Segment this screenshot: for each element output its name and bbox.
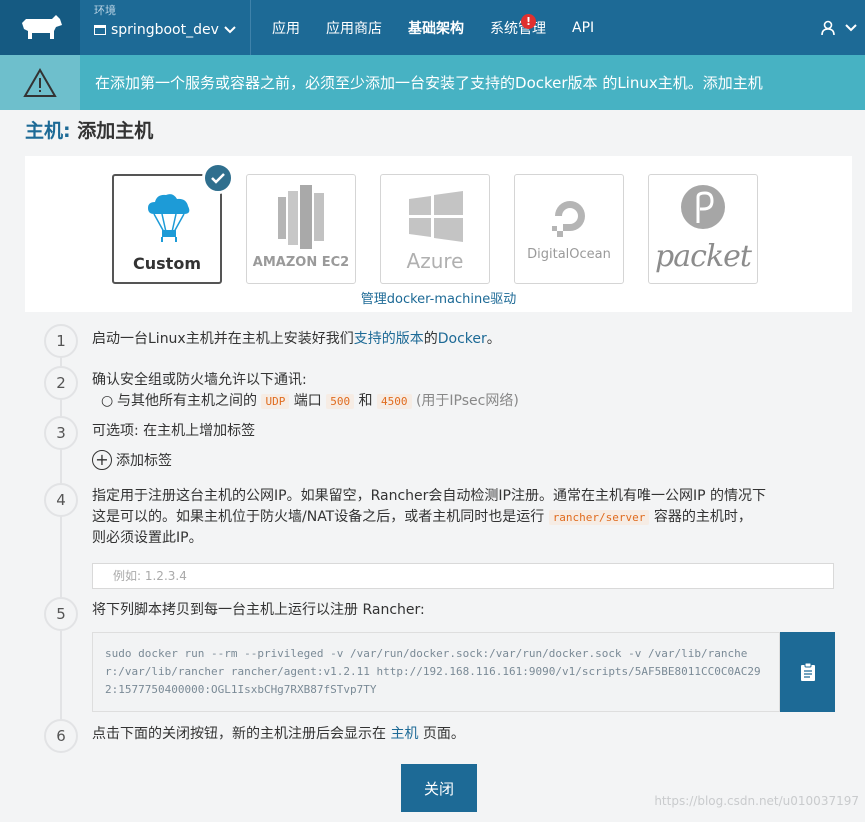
environment-selector[interactable]: 环境 springboot_dev: [80, 0, 242, 55]
ipsec-note: (用于IPsec网络): [411, 393, 519, 409]
warning-banner: 在添加第一个服务或容器之前，必须至少添加一台安装了支持的Docker版本 的Li…: [0, 55, 865, 110]
step-number-6: 6: [44, 719, 78, 753]
nav-infrastructure[interactable]: 基础架构: [395, 0, 477, 55]
step-4-line-2-after: 容器的主机时，: [649, 509, 752, 525]
warning-text-before: 在添加第一个服务或容器之前，必须至少添加一台安装了: [95, 74, 471, 92]
docker-link[interactable]: Docker: [438, 331, 487, 347]
step-4-line-2: 这是可以的。如果主机位于防火墙/NAT设备之后，或者主机同时也是运行 ranch…: [92, 507, 842, 528]
step-4-line-3: 则必须设置此IP。: [92, 530, 203, 546]
provider-custom-label: Custom: [133, 254, 201, 273]
copy-button[interactable]: [780, 632, 835, 712]
step-1-text-after: 。: [486, 331, 501, 347]
rancher-server-tag: rancher/server: [548, 510, 650, 525]
step-5-title: 将下列脚本拷贝到每一台主机上运行以注册 Rancher:: [92, 602, 425, 618]
step-6-text-before: 点击下面的关闭按钮，新的主机注册后会显示在: [92, 726, 391, 742]
warning-text: 在添加第一个服务或容器之前，必须至少添加一台安装了支持的Docker版本 的Li…: [80, 72, 763, 93]
bullet-circle-icon: ○: [101, 393, 114, 409]
add-label-button[interactable]: + 添加标签: [92, 450, 172, 470]
chevron-down-icon: [224, 26, 236, 34]
step-number-1: 1: [44, 324, 78, 358]
udp-tag: UDP: [261, 394, 290, 409]
environment-label: 环境: [94, 4, 116, 17]
provider-digitalocean-label: DigitalOcean: [527, 247, 611, 262]
nav-catalog[interactable]: 应用商店: [313, 0, 395, 55]
step-1-text: 启动一台Linux主机并在主机上安装好我们支持的版本的Docker。: [92, 329, 501, 350]
watermark: https://blog.csdn.net/u010037197: [654, 794, 859, 808]
nav-apps[interactable]: 应用: [259, 0, 313, 55]
warning-text-middle: 的Linux主机。: [597, 74, 703, 92]
port-word: 端口: [289, 393, 327, 409]
clipboard-icon: [800, 662, 815, 681]
provider-digitalocean[interactable]: DigitalOcean: [514, 174, 624, 284]
folder-icon: [94, 25, 106, 35]
digitalocean-icon: [552, 201, 585, 237]
manage-docker-machine-drivers-link[interactable]: 管理docker-machine驱动: [25, 288, 852, 307]
alert-badge: !: [521, 14, 536, 29]
supported-docker-link[interactable]: 支持的Docker版本: [470, 74, 598, 92]
environment-dropdown[interactable]: springboot_dev: [94, 22, 242, 38]
step-2-title: 确认安全组或防火墙允许以下通讯:: [92, 372, 307, 388]
port-4500-tag: 4500: [377, 394, 412, 409]
step-number-4: 4: [44, 483, 78, 517]
rancher-logo[interactable]: [0, 0, 80, 55]
step-4-line-2-before: 这是可以的。如果主机位于防火墙/NAT设备之后，或者主机同时也是运行: [92, 509, 549, 525]
cloud-parachute-icon: [148, 194, 190, 242]
nav-admin-label: 系统管理: [490, 20, 546, 37]
add-host-link[interactable]: 添加主机: [703, 74, 763, 92]
close-button[interactable]: 关闭: [401, 764, 477, 812]
user-menu[interactable]: [821, 0, 865, 55]
provider-packet-label: packet: [655, 239, 752, 274]
supported-version-link[interactable]: 支持的版本: [354, 331, 424, 347]
step-6-text: 点击下面的关闭按钮，新的主机注册后会显示在 主机 页面。: [92, 724, 465, 745]
page-title: 主机: 添加主机: [25, 116, 153, 143]
and-word: 和: [354, 393, 378, 409]
environment-name: springboot_dev: [111, 22, 219, 38]
provider-packet[interactable]: packet: [648, 174, 758, 284]
page-title-text: 添加主机: [70, 120, 154, 142]
port-500-tag: 500: [326, 394, 355, 409]
nav-divider: [250, 0, 251, 55]
check-icon: [202, 162, 234, 194]
step-2-bullet-before: 与其他所有主机之间的: [117, 393, 262, 409]
registration-command[interactable]: sudo docker run --rm --privileged -v /va…: [92, 632, 780, 712]
step-number-5: 5: [44, 597, 78, 631]
add-label-text: 添加标签: [116, 453, 172, 469]
main-nav: 应用 应用商店 基础架构 系统管理 ! API: [259, 0, 607, 55]
provider-amazon-ec2[interactable]: AMAZON EC2: [246, 174, 356, 284]
step-number-3: 3: [44, 416, 78, 450]
step-4-text: 指定用于注册这台主机的公网IP。如果留空，Rancher会自动检测IP注册。通常…: [92, 486, 842, 549]
chevron-down-icon: [845, 23, 857, 31]
packet-icon: [681, 185, 725, 229]
step-6-text-after: 页面。: [418, 726, 465, 742]
hosts-page-link[interactable]: 主机: [390, 726, 418, 742]
warning-triangle-icon: [23, 67, 57, 97]
step-number-2: 2: [44, 366, 78, 400]
step-1-text-mid: 的: [423, 331, 438, 347]
provider-azure[interactable]: Azure: [380, 174, 490, 284]
provider-panel: Custom AMAZON EC2 Azure DigitalOcean pac…: [25, 156, 852, 312]
warning-icon-box: [0, 55, 80, 110]
public-ip-input[interactable]: [92, 563, 834, 589]
page-title-prefix: 主机:: [25, 120, 71, 142]
cow-icon: [22, 14, 62, 39]
amazon-ec2-icon: [278, 185, 324, 249]
provider-amazon-ec2-label: AMAZON EC2: [252, 255, 350, 270]
nav-admin[interactable]: 系统管理 !: [477, 0, 559, 55]
step-4-line-1: 指定用于注册这台主机的公网IP。如果留空，Rancher会自动检测IP注册。通常…: [92, 488, 766, 504]
step-3-title: 可选项: 在主机上增加标签: [92, 423, 256, 439]
windows-icon: [409, 191, 463, 242]
user-icon: [821, 20, 835, 35]
nav-api[interactable]: API: [559, 0, 607, 55]
plus-circle-icon: +: [92, 450, 112, 470]
top-navigation-bar: 环境 springboot_dev 应用 应用商店 基础架构 系统管理 ! AP…: [0, 0, 865, 55]
provider-custom[interactable]: Custom: [112, 162, 234, 284]
step-1-text-before: 启动一台Linux主机并在主机上安装好我们: [92, 331, 354, 347]
step-2-bullet: ○ 与其他所有主机之间的 UDP 端口 500 和 4500 (用于IPsec网…: [101, 391, 519, 412]
provider-azure-label: Azure: [406, 249, 464, 273]
